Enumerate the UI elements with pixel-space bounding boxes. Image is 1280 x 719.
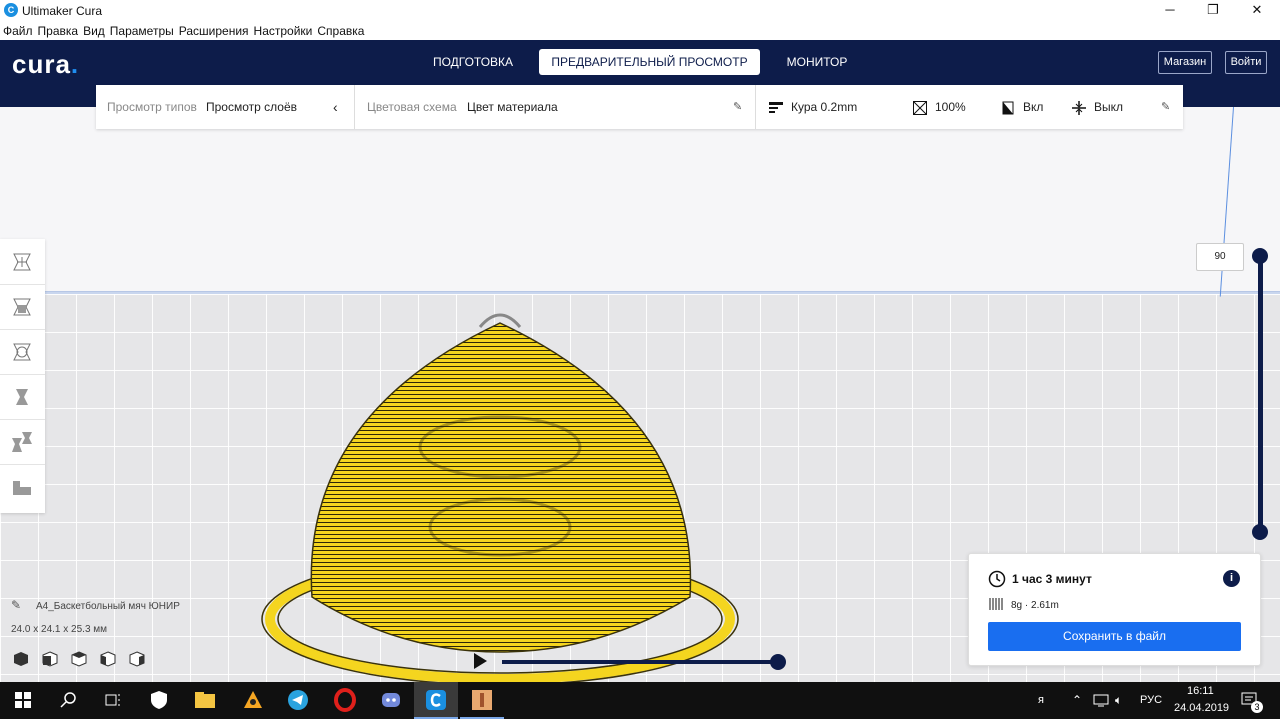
- edit-name-icon[interactable]: ✎: [11, 598, 21, 612]
- left-view-icon[interactable]: [99, 650, 128, 668]
- minimize-icon[interactable]: ─: [1147, 0, 1193, 22]
- object-dimensions: 24.0 x 24.1 x 25.3 мм: [11, 624, 108, 635]
- archive-icon[interactable]: [241, 688, 265, 712]
- notification-count: 3: [1251, 701, 1263, 713]
- menu-file[interactable]: Файл: [0, 22, 35, 40]
- right-view-icon[interactable]: [128, 650, 157, 668]
- support-blocker-icon[interactable]: [0, 464, 45, 509]
- color-scheme-dropdown[interactable]: Цвет материала: [467, 85, 558, 129]
- view-type-dropdown[interactable]: Просмотр слоёв: [206, 85, 297, 129]
- menu-view[interactable]: Вид: [80, 22, 107, 40]
- adhesion-icon: [1072, 85, 1086, 129]
- menu-extensions[interactable]: Расширения: [176, 22, 251, 40]
- menu-bar: Файл Правка Вид Параметры Расширения Настройк…: [0, 22, 1280, 40]
- clock-date[interactable]: 24.04.2019: [1174, 702, 1229, 714]
- pencil-icon[interactable]: ✎: [733, 85, 742, 129]
- mirror-tool-icon[interactable]: [0, 374, 45, 420]
- camera-view-buttons: [12, 650, 157, 671]
- infill-icon: [912, 85, 928, 129]
- profile-icon: [769, 85, 783, 129]
- scale-tool-icon[interactable]: [0, 284, 45, 330]
- adhesion-value[interactable]: Выкл: [1094, 85, 1123, 129]
- layer-slider-bottom-handle[interactable]: [1252, 524, 1268, 540]
- app-taskbar-icon[interactable]: [470, 688, 494, 712]
- telegram-icon[interactable]: [286, 688, 310, 712]
- move-tool-icon[interactable]: [0, 239, 45, 285]
- security-icon[interactable]: [147, 688, 171, 712]
- opera-icon[interactable]: [333, 688, 357, 712]
- menu-edit[interactable]: Правка: [35, 22, 81, 40]
- file-explorer-icon[interactable]: [193, 688, 217, 712]
- people-icon[interactable]: ᴙ: [1038, 694, 1044, 706]
- volume-icon[interactable]: 🔈︎: [1115, 693, 1122, 708]
- windows-taskbar: ᴙ ⌃ 🔈︎ РУС 16:11 24.04.2019 3: [0, 682, 1280, 719]
- close-icon[interactable]: ✕: [1234, 0, 1280, 22]
- menu-help[interactable]: Справка: [314, 22, 366, 40]
- filament-icon: [989, 598, 1003, 610]
- simulation-slider-track[interactable]: [502, 660, 778, 664]
- material-usage: 8g · 2.61m: [1011, 600, 1059, 611]
- chevron-up-icon[interactable]: ⌃: [1072, 693, 1082, 707]
- view-settings-panel: Просмотр типов Просмотр слоёв ‹ Цветовая…: [96, 85, 1183, 129]
- print-time: 1 час 3 минут: [1012, 572, 1092, 586]
- top-view-icon[interactable]: [70, 650, 99, 668]
- layer-slider-top-handle[interactable]: [1252, 248, 1268, 264]
- window-title: Ultimaker Cura: [22, 4, 103, 18]
- window-titlebar: C Ultimaker Cura ─ ❐ ✕: [0, 0, 1280, 22]
- clock-time[interactable]: 16:11: [1187, 685, 1214, 697]
- print-info-panel: 1 час 3 минут i 8g · 2.61m Сохранить в ф…: [968, 553, 1261, 666]
- color-scheme-label: Цветовая схема: [367, 100, 457, 114]
- save-to-file-button[interactable]: Сохранить в файл: [988, 622, 1241, 651]
- infill-value[interactable]: 100%: [935, 85, 966, 129]
- marketplace-button[interactable]: Магазин: [1158, 51, 1212, 74]
- view-type-label: Просмотр типов: [107, 100, 197, 114]
- discord-icon[interactable]: [379, 688, 403, 712]
- network-icon[interactable]: [1093, 694, 1109, 708]
- cura-logo: cura.: [12, 49, 80, 79]
- search-icon[interactable]: [56, 688, 80, 712]
- simulation-slider-handle[interactable]: [770, 654, 786, 670]
- tab-preview[interactable]: ПРЕДВАРИТЕЛЬНЫЙ ПРОСМОТР: [539, 49, 760, 75]
- support-value[interactable]: Вкл: [1023, 85, 1043, 129]
- layer-number-input[interactable]: 90: [1196, 243, 1244, 271]
- clock-icon: [988, 570, 1006, 588]
- cura-taskbar-icon[interactable]: [424, 688, 448, 712]
- signin-button[interactable]: Войти: [1225, 51, 1267, 74]
- tab-prepare[interactable]: ПОДГОТОВКА: [420, 49, 526, 75]
- rotate-tool-icon[interactable]: [0, 329, 45, 375]
- task-view-icon[interactable]: [101, 688, 125, 712]
- tool-panel: [0, 239, 45, 513]
- language-indicator[interactable]: РУС: [1140, 694, 1162, 706]
- 3d-view-icon[interactable]: [12, 650, 41, 668]
- support-icon: [1001, 85, 1015, 129]
- play-icon[interactable]: [474, 653, 487, 669]
- front-view-icon[interactable]: [41, 650, 70, 668]
- menu-preferences[interactable]: Настройки: [251, 22, 315, 40]
- object-name: A4_Баскетбольный мяч ЮНИР: [36, 601, 180, 612]
- windows-start-icon[interactable]: [11, 688, 35, 712]
- menu-settings[interactable]: Параметры: [107, 22, 176, 40]
- maximize-icon[interactable]: ❐: [1190, 0, 1236, 22]
- chevron-left-icon[interactable]: ‹: [333, 85, 338, 129]
- cura-app-icon: C: [4, 3, 18, 17]
- per-model-settings-icon[interactable]: [0, 419, 45, 465]
- info-icon[interactable]: i: [1223, 570, 1240, 587]
- layer-slider-track[interactable]: [1258, 256, 1263, 532]
- profile-value[interactable]: Кура 0.2mm: [791, 85, 857, 129]
- tab-monitor[interactable]: МОНИТОР: [774, 49, 860, 75]
- edit-settings-icon[interactable]: ✎: [1161, 85, 1170, 129]
